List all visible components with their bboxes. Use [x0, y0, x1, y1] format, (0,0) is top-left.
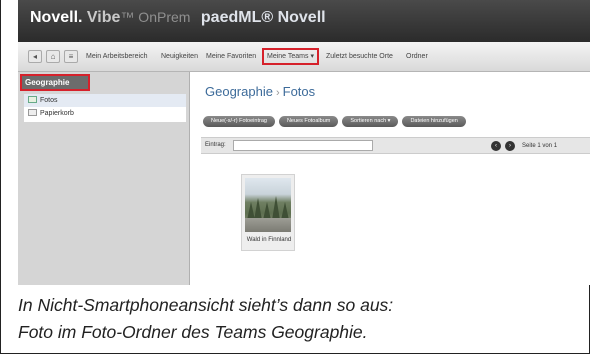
forest-photo [245, 178, 291, 232]
prev-page-icon[interactable]: ‹ [491, 141, 501, 151]
tree-shape [272, 196, 280, 220]
list-icon[interactable]: ≡ [64, 50, 78, 63]
next-page-icon[interactable]: › [505, 141, 515, 151]
home-icon[interactable]: ⌂ [46, 50, 60, 63]
back-icon[interactable]: ◂ [28, 50, 42, 63]
photo-folder-icon [28, 96, 37, 103]
toolbar: ◂ ⌂ ≡ Mein Arbeitsbereich Neuigkeiten Me… [18, 42, 590, 72]
breadcrumb: Geographie › Fotos [205, 84, 315, 99]
photo-caption[interactable]: Wald in Finnland [242, 237, 296, 243]
breadcrumb-current: Fotos [282, 84, 316, 99]
sidebar-item-label: Fotos [40, 97, 58, 104]
site-name: paedML® Novell [200, 9, 326, 26]
brand-vibe: Vibe [86, 9, 121, 26]
new-photo-album-button[interactable]: Neues Fotoalbum [278, 116, 339, 127]
my-teams-label: Meine Teams [267, 53, 309, 60]
entry-label: Eintrag: [205, 142, 226, 148]
sidebar: Geographie Fotos Papierkorb [18, 72, 190, 285]
action-buttons: Neue(-s/-r) Fotoeintrag Neues Fotoalbum So… [203, 116, 470, 128]
sidebar-item-label: Papierkorb [40, 110, 74, 117]
screenshot: Novell. Vibe™ OnPrem paedML® Novell ◂ ⌂ … [18, 0, 590, 285]
new-photo-entry-button[interactable]: Neue(-s/-r) Fotoeintrag [203, 116, 275, 127]
tree-shape [254, 198, 262, 220]
main-content: Geographie › Fotos Neue(-s/-r) Fotoeintrag… [191, 72, 590, 285]
breadcrumb-separator: › [275, 87, 280, 99]
caption-line-2: Foto im Foto-Ordner des Teams Geographie… [18, 322, 368, 342]
entry-bar: Eintrag: ‹ › Seite 1 von 1 [201, 137, 590, 154]
toolbar-folder[interactable]: Ordner [406, 51, 428, 63]
sidebar-list: Fotos Papierkorb [24, 94, 186, 122]
toolbar-my-teams[interactable]: Meine Teams ▾ [262, 48, 319, 65]
add-files-button[interactable]: Dateien hinzufügen [402, 116, 466, 127]
top-header-bar: Novell. Vibe™ OnPrem paedML® Novell [18, 0, 590, 42]
sort-by-label: Sortieren nach [350, 118, 387, 124]
brand-logo: Novell. Vibe™ OnPrem paedML® Novell [30, 9, 326, 27]
sidebar-title[interactable]: Geographie [20, 74, 90, 91]
brand-onprem: ™ OnPrem [120, 9, 191, 25]
toolbar-recent-places[interactable]: Zuletzt besuchte Orte [326, 51, 393, 63]
page-info: Seite 1 von 1 [522, 143, 558, 149]
toolbar-news[interactable]: Neuigkeiten [161, 51, 198, 63]
rocky-ground [245, 218, 291, 232]
toolbar-favorites[interactable]: Meine Favoriten [206, 51, 256, 63]
figure-caption: In Nicht-Smartphoneansicht sieht’s dann … [18, 292, 393, 346]
breadcrumb-root[interactable]: Geographie [205, 84, 273, 99]
photo-thumbnail[interactable]: Wald in Finnland [241, 174, 295, 251]
sort-by-button[interactable]: Sortieren nach ▾ [342, 116, 399, 127]
toolbar-my-workspace[interactable]: Mein Arbeitsbereich [86, 51, 147, 63]
sidebar-item-fotos[interactable]: Fotos [24, 94, 186, 107]
sidebar-item-papierkorb[interactable]: Papierkorb [24, 107, 186, 120]
entry-input[interactable] [233, 140, 373, 151]
trash-icon [28, 109, 37, 116]
caption-line-1: In Nicht-Smartphoneansicht sieht’s dann … [18, 295, 394, 315]
brand-novell: Novell. [30, 9, 83, 26]
